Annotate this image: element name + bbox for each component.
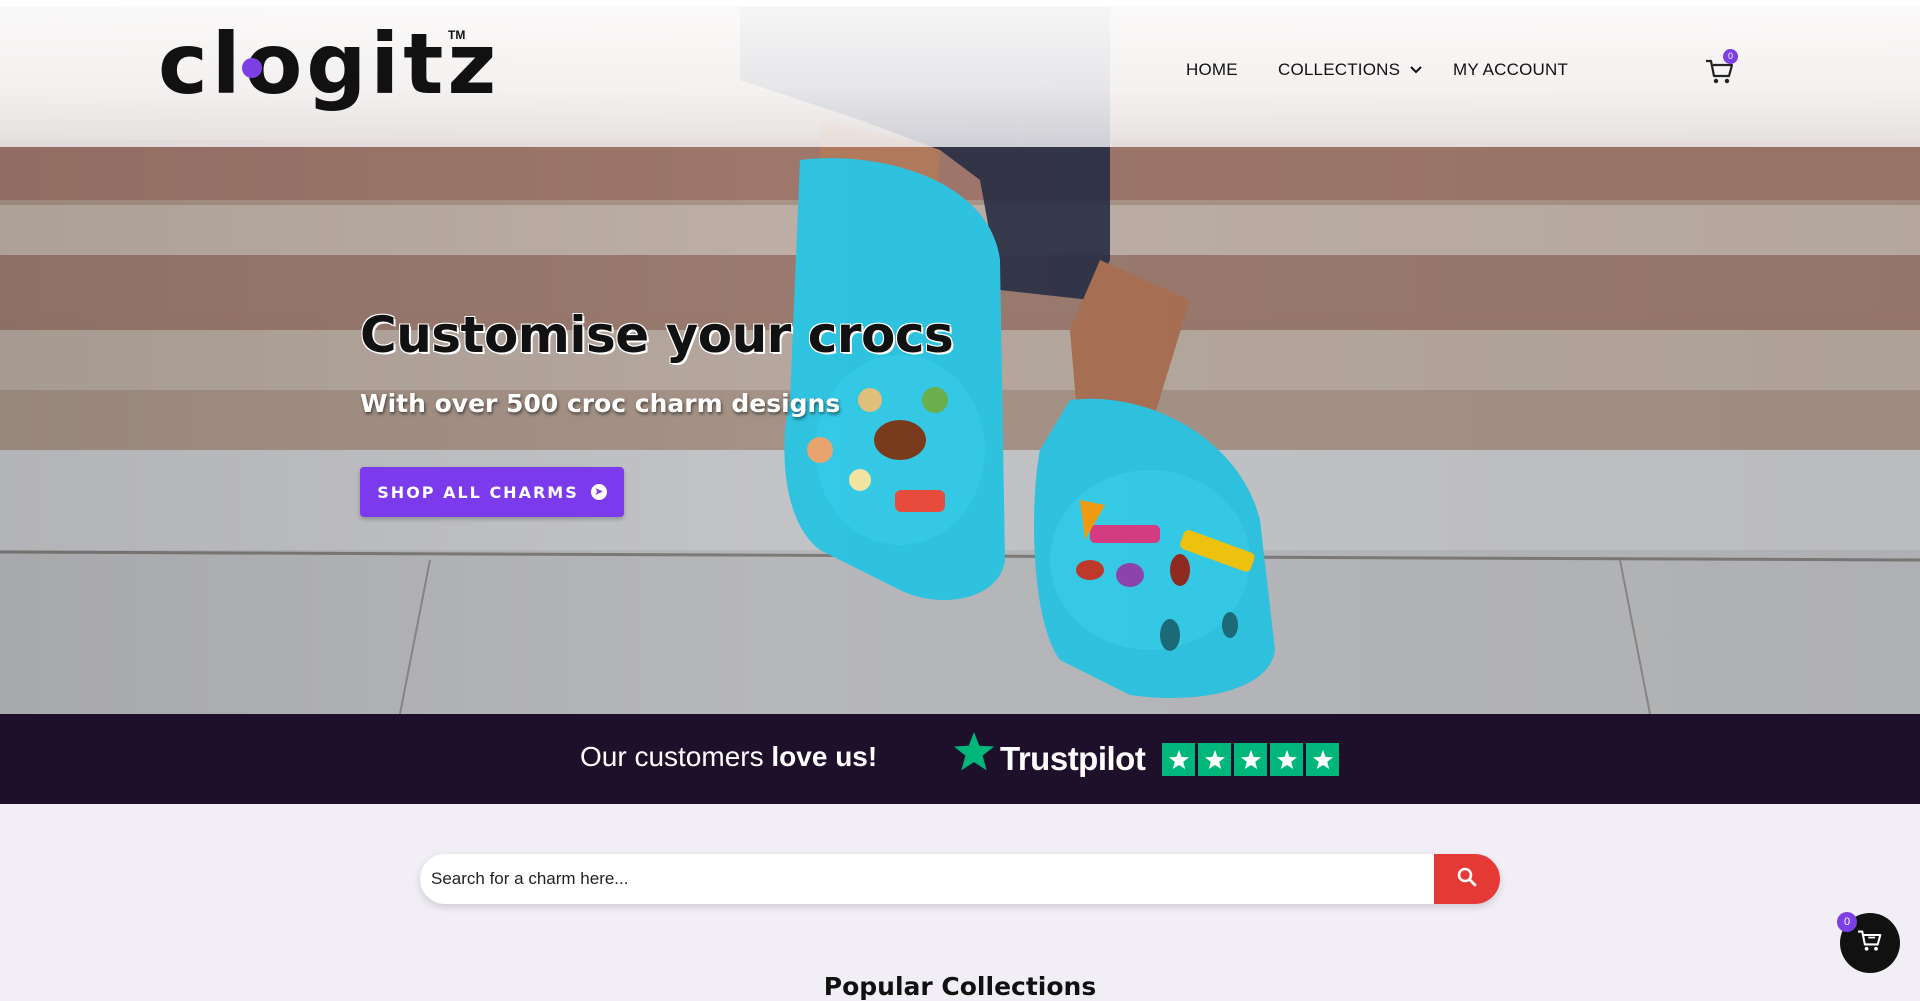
- trustpilot-star-icon: [952, 730, 996, 774]
- star-icon: [1240, 749, 1261, 769]
- header-topline: [0, 0, 1920, 6]
- nav-collections[interactable]: COLLECTIONS: [1278, 60, 1422, 80]
- star-icon: [1276, 749, 1297, 769]
- cart-icon: [1857, 929, 1883, 957]
- tagline-bold: love us!: [771, 741, 878, 772]
- trustpilot-rating: [1162, 743, 1339, 776]
- nav-my-account-label: MY ACCOUNT: [1453, 60, 1569, 79]
- nav-home-label: HOME: [1186, 60, 1238, 79]
- trustpilot-star-box: [1234, 743, 1267, 776]
- nav-my-account[interactable]: MY ACCOUNT: [1453, 60, 1568, 80]
- arrow-circle-right-icon: ➤: [590, 484, 607, 500]
- hero-headline: Customise your crocs: [360, 306, 954, 364]
- shop-all-charms-button[interactable]: SHOP ALL CHARMS ➤: [360, 467, 624, 517]
- search-icon: [1457, 867, 1477, 891]
- nav-home[interactable]: HOME: [1186, 60, 1238, 80]
- trustpilot-star-box: [1198, 743, 1231, 776]
- logo-trademark: TM: [448, 28, 466, 42]
- search-button[interactable]: [1434, 854, 1500, 904]
- shop-all-charms-label: SHOP ALL CHARMS: [377, 482, 579, 502]
- star-icon: [1312, 749, 1333, 769]
- trustpilot-tagline: Our customers love us!: [580, 741, 877, 773]
- tagline-prefix: Our customers: [580, 741, 764, 772]
- hero-subheadline: With over 500 croc charm designs: [360, 389, 841, 418]
- cart-count-badge: 0: [1723, 49, 1738, 64]
- trustpilot-star-box: [1306, 743, 1339, 776]
- search-input[interactable]: [420, 854, 1445, 904]
- chevron-down-icon: [1410, 63, 1422, 77]
- star-icon: [1204, 749, 1225, 769]
- trustpilot-star-box: [1162, 743, 1195, 776]
- charm-search: [420, 854, 1500, 904]
- logo-eye-dot: [242, 58, 262, 78]
- nav-collections-label: COLLECTIONS: [1278, 60, 1401, 79]
- popular-collections-title: Popular Collections: [823, 972, 1097, 1001]
- star-icon: [1168, 749, 1189, 769]
- floating-cart-badge: 0: [1837, 912, 1857, 932]
- trustpilot-logo[interactable]: Trustpilot: [1000, 740, 1146, 778]
- trustpilot-star-box: [1270, 743, 1303, 776]
